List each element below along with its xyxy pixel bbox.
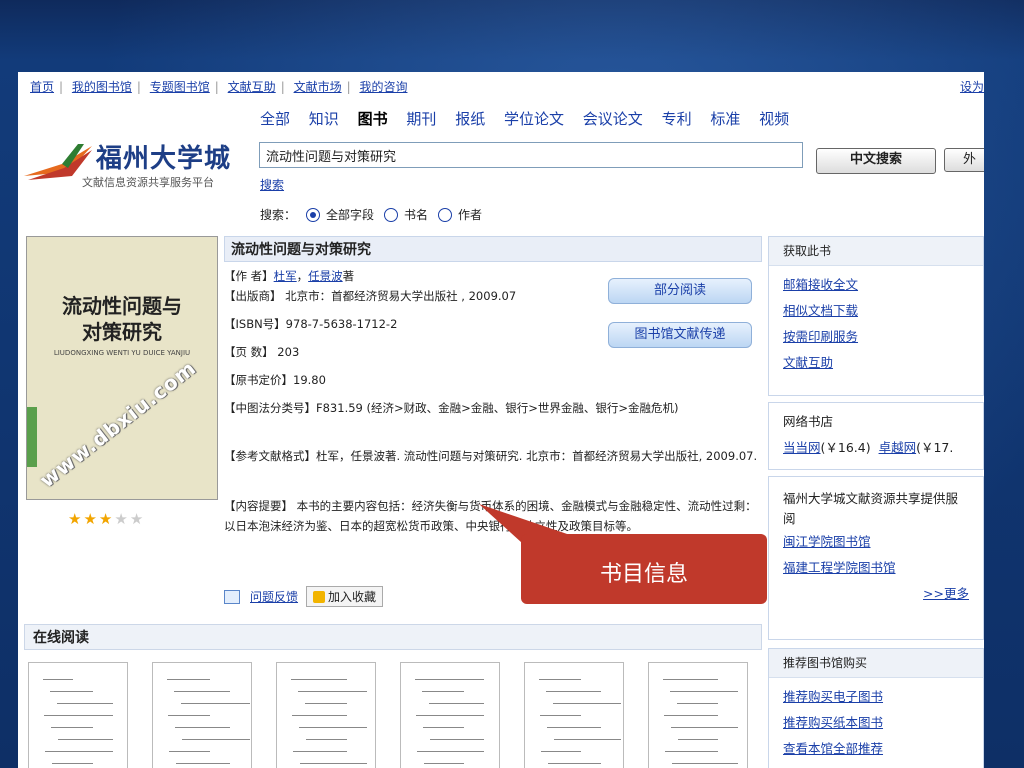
feedback-icon bbox=[224, 589, 240, 604]
library-delivery-button[interactable]: 图书馆文献传递 bbox=[608, 322, 752, 348]
radio-author[interactable] bbox=[438, 207, 453, 222]
nav-my-library[interactable]: 我的图书馆 bbox=[72, 80, 132, 94]
minjiang-library-link[interactable]: 闽江学院图书馆 bbox=[783, 534, 871, 549]
book-citation: 【参考文献格式】杜军，任景波著. 流动性问题与对策研究. 北京市：首都经济贸易大… bbox=[224, 449, 758, 463]
recommend-print-link[interactable]: 推荐购买纸本图书 bbox=[783, 715, 883, 730]
star-filled-icon: ★ bbox=[83, 510, 99, 528]
page-thumbnail[interactable] bbox=[524, 662, 624, 768]
search-input[interactable]: 流动性问题与对策研究 bbox=[259, 142, 803, 168]
radio-title[interactable] bbox=[384, 207, 399, 222]
book-classification: 【中图法分类号】F831.59 (经济>财政、金融>金融、银行>世界金融、银行>… bbox=[224, 401, 679, 415]
category-tabs: 全部 知识 图书 期刊 报纸 学位论文 会议论文 专利 标准 视频 bbox=[260, 108, 803, 129]
star-empty-icon: ★ bbox=[114, 510, 130, 528]
rating-stars: ★★★★★ bbox=[68, 510, 145, 528]
get-book-title: 获取此书 bbox=[769, 237, 983, 266]
tab-all[interactable]: 全部 bbox=[260, 110, 290, 128]
author-link-1[interactable]: 杜军 bbox=[274, 269, 297, 283]
page-thumbnail[interactable] bbox=[648, 662, 748, 768]
radio-author-label: 作者 bbox=[458, 208, 483, 222]
online-store-panel: 网络书店 当当网(￥16.4) 卓越网(￥17. bbox=[768, 402, 984, 470]
cover-stripe bbox=[27, 407, 37, 467]
set-as-home-link[interactable]: 设为 bbox=[960, 80, 984, 94]
page-thumbnails bbox=[28, 662, 748, 768]
dangdang-link[interactable]: 当当网 bbox=[783, 440, 821, 455]
chinese-search-button[interactable]: 中文搜索 bbox=[816, 148, 936, 174]
site-logo[interactable]: 福州大学城 文献信息资源共享服务平台 bbox=[22, 138, 258, 194]
callout-label: 书目信息 bbox=[521, 534, 767, 604]
doc-help-link[interactable]: 文献互助 bbox=[783, 355, 833, 370]
fjut-library-link[interactable]: 福建工程学院图书馆 bbox=[783, 560, 896, 575]
library-text: 福州大学城文献资源共享提供服阅 bbox=[783, 491, 959, 526]
cover-title: 流动性问题与 对策研究 bbox=[62, 294, 182, 344]
logo-title: 福州大学城 bbox=[96, 144, 232, 174]
book-cover[interactable]: 流动性问题与 对策研究 LIUDONGXING WENTI YU DUICE YA… bbox=[26, 236, 218, 500]
star-empty-icon: ★ bbox=[129, 510, 146, 528]
feedback-link[interactable]: 问题反馈 bbox=[250, 588, 298, 605]
recommend-buy-panel: 推荐图书馆购买 推荐购买电子图书 推荐购买纸本图书 查看本馆全部推荐 bbox=[768, 648, 984, 768]
tab-newspapers[interactable]: 报纸 bbox=[455, 110, 485, 128]
more-libraries-link[interactable]: >>更多 bbox=[923, 586, 969, 601]
online-read-header: 在线阅读 bbox=[24, 624, 762, 650]
print-on-demand-link[interactable]: 按需印刷服务 bbox=[783, 329, 858, 344]
star-filled-icon: ★ bbox=[98, 510, 115, 528]
advanced-search-link[interactable]: 搜索 bbox=[260, 178, 284, 192]
recommend-buy-title: 推荐图书馆购买 bbox=[769, 649, 983, 678]
view-recommendations-link[interactable]: 查看本馆全部推荐 bbox=[783, 741, 883, 756]
radio-all-fields-label: 全部字段 bbox=[326, 208, 375, 222]
top-nav: 首页 | 我的图书馆 | 专题图书馆 | 文献互助 | 文献市场 | 我的咨询 bbox=[30, 80, 408, 94]
author-link-2[interactable]: 任景波 bbox=[308, 269, 343, 283]
nav-doc-help[interactable]: 文献互助 bbox=[228, 80, 276, 94]
book-price: 【原书定价】19.80 bbox=[224, 373, 326, 387]
scope-label: 搜索： bbox=[260, 208, 297, 222]
nav-doc-market[interactable]: 文献市场 bbox=[294, 80, 342, 94]
book-actions: 问题反馈 加入收藏 bbox=[224, 586, 384, 607]
book-title: 流动性问题与对策研究 bbox=[224, 236, 762, 262]
page-thumbnail[interactable] bbox=[152, 662, 252, 768]
radio-all-fields[interactable] bbox=[306, 207, 321, 222]
email-fulltext-link[interactable]: 邮箱接收全文 bbox=[783, 277, 858, 292]
nav-my-consult[interactable]: 我的咨询 bbox=[359, 80, 407, 94]
star-filled-icon: ★ bbox=[68, 510, 84, 528]
library-panel: 福州大学城文献资源共享提供服阅 闽江学院图书馆 福建工程学院图书馆 >>更多 bbox=[768, 476, 984, 640]
favorite-icon bbox=[313, 590, 326, 603]
tab-knowledge[interactable]: 知识 bbox=[309, 110, 339, 128]
partial-read-button[interactable]: 部分阅读 bbox=[608, 278, 752, 304]
radio-title-label: 书名 bbox=[404, 208, 429, 222]
cover-pinyin: LIUDONGXING WENTI YU DUICE YANJIU bbox=[53, 349, 191, 357]
foreign-search-button[interactable]: 外 bbox=[944, 148, 984, 172]
store-title: 网络书店 bbox=[783, 414, 834, 429]
search-scope: 搜索： 全部字段 书名 作者 bbox=[260, 206, 482, 223]
logo-subtitle: 文献信息资源共享服务平台 bbox=[82, 176, 214, 189]
nav-topic-library[interactable]: 专题图书馆 bbox=[150, 80, 210, 94]
tab-journals[interactable]: 期刊 bbox=[406, 110, 436, 128]
add-favorite-button[interactable]: 加入收藏 bbox=[306, 586, 384, 607]
tab-patents[interactable]: 专利 bbox=[662, 110, 692, 128]
joyo-link[interactable]: 卓越网 bbox=[879, 440, 917, 455]
recommend-ebook-link[interactable]: 推荐购买电子图书 bbox=[783, 689, 883, 704]
tab-standards[interactable]: 标准 bbox=[710, 110, 740, 128]
page-thumbnail[interactable] bbox=[28, 662, 128, 768]
similar-download-link[interactable]: 相似文档下载 bbox=[783, 303, 858, 318]
browser-screenshot: 首页 | 我的图书馆 | 专题图书馆 | 文献互助 | 文献市场 | 我的咨询 设为 福州… bbox=[18, 72, 984, 768]
tab-theses[interactable]: 学位论文 bbox=[504, 110, 564, 128]
get-book-panel: 获取此书 邮箱接收全文 相似文档下载 按需印刷服务 文献互助 bbox=[768, 236, 984, 396]
page-thumbnail[interactable] bbox=[276, 662, 376, 768]
tab-video[interactable]: 视频 bbox=[759, 110, 789, 128]
page-thumbnail[interactable] bbox=[400, 662, 500, 768]
tab-books[interactable]: 图书 bbox=[358, 110, 388, 128]
tab-conference[interactable]: 会议论文 bbox=[583, 110, 643, 128]
nav-home[interactable]: 首页 bbox=[30, 80, 54, 94]
